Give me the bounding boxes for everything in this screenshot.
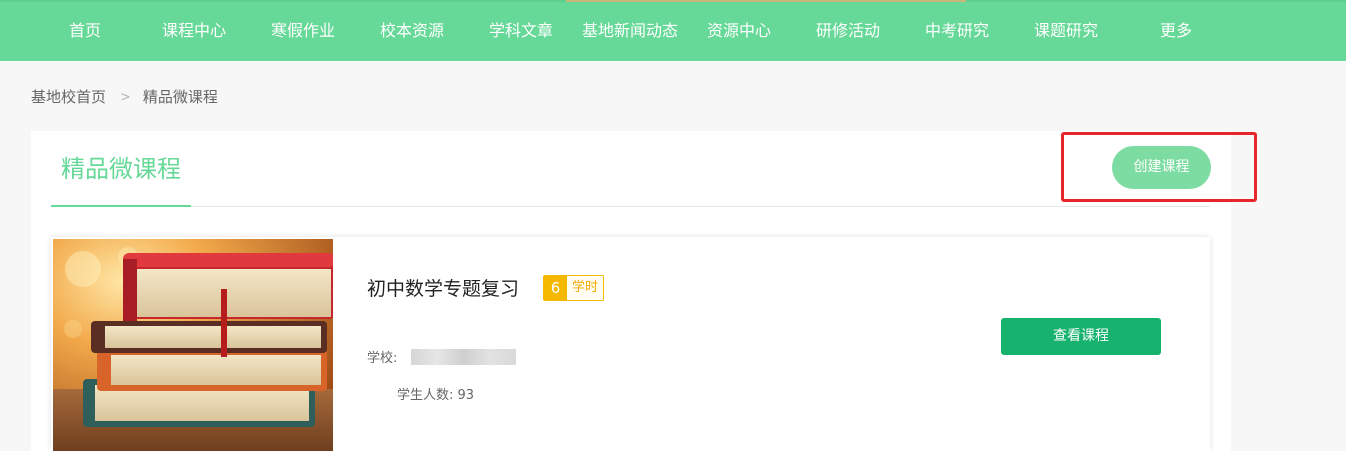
- view-course-button[interactable]: 查看课程: [1001, 318, 1161, 355]
- hours-badge: 6 学时: [543, 275, 605, 301]
- school-value-redacted: [411, 349, 516, 365]
- title-active-underline: [51, 205, 191, 207]
- books-stack-icon: [53, 239, 333, 451]
- page-title: 精品微课程: [61, 155, 181, 183]
- breadcrumb-current: 精品微课程: [142, 88, 218, 106]
- course-cover-image[interactable]: [53, 239, 333, 451]
- nav-item-project-research[interactable]: 课题研究: [1034, 2, 1098, 61]
- nav-item-winter-homework[interactable]: 寒假作业: [271, 2, 335, 61]
- breadcrumb-home-link[interactable]: 基地校首页: [31, 88, 106, 106]
- school-label: 学校:: [367, 351, 398, 366]
- nav-item-more[interactable]: 更多: [1160, 2, 1192, 61]
- create-course-button[interactable]: 创建课程: [1112, 146, 1211, 189]
- nav-item-school-resources[interactable]: 校本资源: [380, 2, 444, 61]
- main-nav: 首页 课程中心 寒假作业 校本资源 学科文章 基地新闻动态 资源中心 研修活动 …: [0, 2, 1346, 61]
- student-count: 学生人数: 93: [397, 388, 475, 403]
- title-divider: [51, 206, 1210, 207]
- nav-item-resource-center[interactable]: 资源中心: [707, 2, 771, 61]
- nav-item-training-activities[interactable]: 研修活动: [816, 2, 880, 61]
- nav-item-home[interactable]: 首页: [69, 2, 101, 61]
- hours-value: 6: [544, 276, 567, 300]
- nav-item-course-center[interactable]: 课程中心: [162, 2, 226, 61]
- course-title[interactable]: 初中数学专题复习: [367, 276, 519, 302]
- hours-unit: 学时: [567, 276, 604, 300]
- nav-item-exam-research[interactable]: 中考研究: [925, 2, 989, 61]
- breadcrumb: 基地校首页 > 精品微课程: [31, 86, 218, 108]
- nav-item-base-news[interactable]: 基地新闻动态: [582, 2, 678, 61]
- nav-item-subject-articles[interactable]: 学科文章: [489, 2, 553, 61]
- breadcrumb-separator-icon: >: [120, 90, 131, 105]
